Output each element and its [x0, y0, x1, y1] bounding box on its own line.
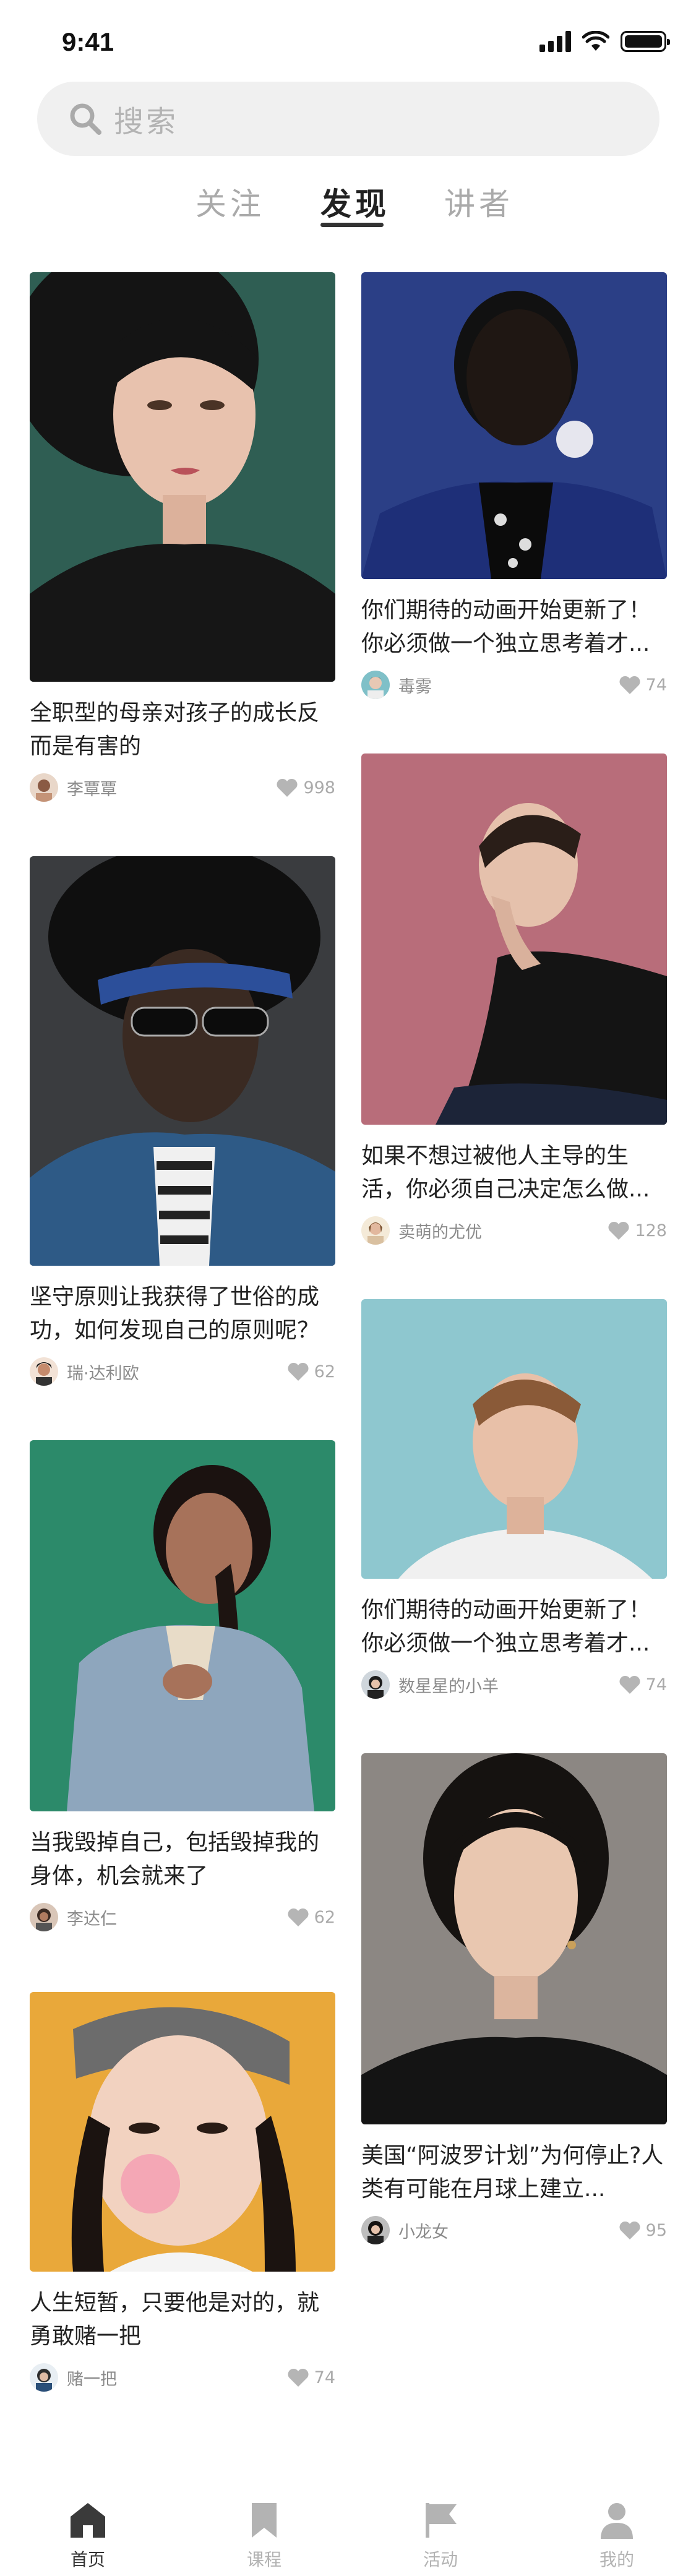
avatar[interactable] — [30, 2363, 58, 2392]
avatar[interactable] — [361, 1670, 390, 1699]
person-icon — [601, 2503, 633, 2539]
status-icons — [539, 31, 670, 52]
like-count: 95 — [645, 2220, 667, 2240]
heart-icon — [619, 2221, 640, 2239]
author-name[interactable]: 赌一把 — [67, 2366, 287, 2390]
like-button[interactable]: 95 — [619, 2220, 667, 2240]
tabbar-label: 活动 — [423, 2549, 458, 2570]
author-name[interactable]: 李达仁 — [67, 1905, 287, 1930]
heart-icon — [619, 1675, 640, 1694]
tabbar-home[interactable]: 首页 — [51, 2501, 125, 2571]
card-meta: 李达仁 62 — [30, 1902, 335, 1933]
feed-card[interactable]: 你们期待的动画开始更新了！你必须做一个独立思考着才... 毒雾 74 — [361, 272, 667, 700]
author-name[interactable]: 卖萌的尤优 — [398, 1219, 608, 1243]
card-photo[interactable] — [361, 1299, 667, 1579]
card-photo[interactable] — [30, 1992, 335, 2272]
card-meta: 瑞·达利欧 62 — [30, 1356, 335, 1387]
like-count: 998 — [303, 778, 335, 797]
like-button[interactable]: 74 — [619, 1675, 667, 1694]
card-meta: 数星星的小羊 74 — [361, 1669, 667, 1700]
like-button[interactable]: 128 — [608, 1221, 667, 1240]
tab-discover[interactable]: 发现 — [320, 179, 390, 224]
heart-icon — [288, 2368, 309, 2387]
tabbar-label: 首页 — [70, 2549, 105, 2570]
feed-card[interactable]: 当我毁掉自己，包括毁掉我的身体，机会就来了 李达仁 62 — [30, 1440, 335, 1933]
card-title[interactable]: 你们期待的动画开始更新了！你必须做一个独立思考着才... — [361, 594, 667, 661]
like-button[interactable]: 74 — [287, 2368, 335, 2387]
heart-icon — [288, 1362, 309, 1381]
search-icon — [70, 103, 101, 135]
heart-icon — [288, 1908, 309, 1926]
like-button[interactable]: 62 — [287, 1362, 335, 1381]
like-count: 74 — [314, 2368, 335, 2387]
search-input[interactable]: 搜索 — [37, 82, 659, 156]
search-placeholder: 搜索 — [114, 105, 179, 139]
card-title[interactable]: 全职型的母亲对孩子的成长反而是有害的 — [30, 697, 335, 763]
tabbar-label: 我的 — [599, 2549, 634, 2570]
card-meta: 毒雾 74 — [361, 669, 667, 700]
active-tab-indicator — [320, 223, 384, 227]
card-photo[interactable] — [361, 272, 667, 579]
cellular-signal-icon — [539, 31, 571, 52]
card-photo[interactable] — [30, 272, 335, 682]
card-title[interactable]: 如果不想过被他人主导的生活，你必须自己决定怎么做... — [361, 1140, 667, 1206]
author-name[interactable]: 李覃覃 — [67, 776, 276, 800]
tab-following[interactable]: 关注 — [195, 179, 265, 224]
tab-speakers[interactable]: 讲者 — [444, 179, 513, 224]
feed-card[interactable]: 坚守原则让我获得了世俗的成功，如何发现自己的原则呢？ 瑞·达利欧 62 — [30, 856, 335, 1387]
avatar[interactable] — [30, 1357, 58, 1386]
author-name[interactable]: 数星星的小羊 — [398, 1673, 619, 1697]
tabbar-profile[interactable]: 我的 — [580, 2501, 654, 2571]
like-button[interactable]: 62 — [287, 1907, 335, 1927]
feed-card[interactable]: 如果不想过被他人主导的生活，你必须自己决定怎么做... 卖萌的尤优 128 — [361, 753, 667, 1246]
card-title[interactable]: 美国“阿波罗计划”为何停止?人类有可能在月球上建立... — [361, 2139, 667, 2206]
avatar[interactable] — [30, 773, 58, 802]
card-meta: 赌一把 74 — [30, 2362, 335, 2393]
feed-card[interactable]: 你们期待的动画开始更新了！你必须做一个独立思考着才... 数星星的小羊 74 — [361, 1299, 667, 1700]
wifi-icon — [582, 31, 609, 51]
avatar[interactable] — [361, 1216, 390, 1245]
heart-icon — [277, 778, 298, 797]
avatar[interactable] — [30, 1903, 58, 1931]
card-photo[interactable] — [361, 1753, 667, 2124]
tabbar-label: 课程 — [246, 2549, 281, 2570]
bookmark-icon — [252, 2503, 277, 2538]
like-button[interactable]: 74 — [619, 675, 667, 695]
tabbar-events[interactable]: 活动 — [403, 2501, 478, 2571]
avatar[interactable] — [361, 2216, 390, 2244]
avatar[interactable] — [361, 671, 390, 699]
card-meta: 李覃覃 998 — [30, 772, 335, 803]
like-count: 62 — [314, 1907, 335, 1927]
battery-icon — [621, 31, 670, 52]
status-bar: 9:41 — [0, 0, 696, 82]
feed-card[interactable]: 全职型的母亲对孩子的成长反而是有害的 李覃覃 998 — [30, 272, 335, 803]
card-photo[interactable] — [361, 753, 667, 1125]
heart-icon — [608, 1221, 629, 1240]
like-count: 74 — [645, 675, 667, 695]
home-icon — [71, 2503, 105, 2538]
like-count: 128 — [635, 1221, 667, 1240]
author-name[interactable]: 小龙女 — [398, 2218, 619, 2243]
author-name[interactable]: 瑞·达利欧 — [67, 1360, 287, 1384]
bottom-tab-bar: 首页 课程 活动 我的 — [0, 2487, 696, 2576]
status-time: 9:41 — [62, 27, 114, 56]
like-count: 74 — [645, 1675, 667, 1694]
card-meta: 卖萌的尤优 128 — [361, 1215, 667, 1246]
tabbar-courses[interactable]: 课程 — [227, 2501, 301, 2571]
card-title[interactable]: 当我毁掉自己，包括毁掉我的身体，机会就来了 — [30, 1826, 335, 1893]
feed-card[interactable]: 人生短暂，只要他是对的，就勇敢赌一把 赌一把 74 — [30, 1992, 335, 2393]
flag-icon — [426, 2503, 457, 2538]
heart-icon — [619, 676, 640, 694]
card-meta: 小龙女 95 — [361, 2215, 667, 2246]
feed-card[interactable]: 美国“阿波罗计划”为何停止?人类有可能在月球上建立... 小龙女 95 — [361, 1753, 667, 2246]
card-title[interactable]: 坚守原则让我获得了世俗的成功，如何发现自己的原则呢？ — [30, 1281, 335, 1347]
like-button[interactable]: 998 — [276, 778, 335, 797]
card-photo[interactable] — [30, 1440, 335, 1811]
like-count: 62 — [314, 1362, 335, 1381]
card-title[interactable]: 人生短暂，只要他是对的，就勇敢赌一把 — [30, 2286, 335, 2353]
top-tabs: 关注 发现 讲者 — [0, 179, 696, 235]
author-name[interactable]: 毒雾 — [398, 673, 619, 697]
card-photo[interactable] — [30, 856, 335, 1266]
card-title[interactable]: 你们期待的动画开始更新了！你必须做一个独立思考着才... — [361, 1594, 667, 1660]
